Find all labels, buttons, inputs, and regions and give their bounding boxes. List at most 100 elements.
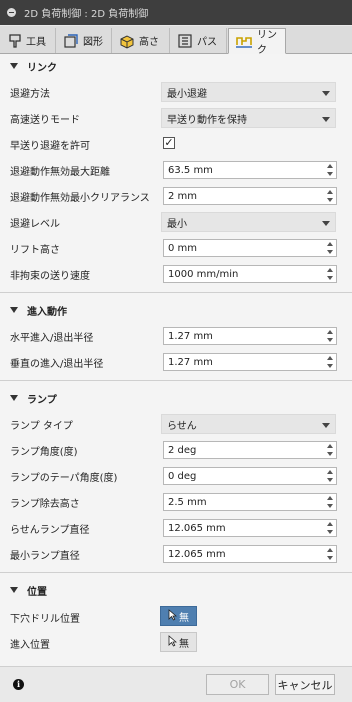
predrill-position-value: 無 [179, 612, 189, 624]
tab-geometry[interactable]: 図形 [57, 28, 112, 53]
helical-diameter-input[interactable]: 12.065 mm [163, 519, 337, 537]
title-bar: 2D 負荷制御 : 2D 負荷制御 [0, 0, 352, 25]
heights-icon [119, 33, 135, 49]
ramp-clearance-label: ランプ除去高さ [10, 499, 80, 510]
collapse-icon[interactable] [7, 8, 16, 17]
collapse-triangle-icon [10, 307, 18, 313]
spinner-icon[interactable] [326, 443, 335, 457]
tab-tool[interactable]: 工具 [2, 28, 56, 53]
tab-heights-label: 高さ [139, 37, 159, 48]
lift-height-input[interactable]: 0 mm [163, 239, 337, 257]
ramp-clearance-value: 2.5 mm [168, 496, 207, 508]
section-positions-header[interactable]: 位置 [0, 579, 352, 601]
stay-down-clearance-input[interactable]: 2 mm [163, 187, 337, 205]
passes-icon [177, 33, 193, 49]
spinner-icon[interactable] [326, 163, 335, 177]
dialog-footer: i OK キャンセル [0, 666, 352, 702]
max-stay-down-input[interactable]: 63.5 mm [163, 161, 337, 179]
retract-policy-row: 退避方法 最小退避 [0, 81, 352, 103]
entry-position-value: 無 [179, 638, 189, 650]
spinner-icon[interactable] [326, 495, 335, 509]
collapse-triangle-icon [10, 587, 18, 593]
stay-down-clearance-row: 退避動作無効最小クリアランス 2 mm [0, 185, 352, 207]
section-leads-header[interactable]: 進入動作 [0, 299, 352, 321]
max-stay-down-label: 退避動作無効最大距離 [10, 167, 110, 178]
section-leads-title: 進入動作 [27, 306, 67, 318]
spinner-icon[interactable] [326, 547, 335, 561]
ok-button[interactable]: OK [206, 674, 269, 695]
tab-passes[interactable]: パス [171, 28, 227, 53]
geometry-icon [63, 33, 79, 49]
ramp-angle-value: 2 deg [168, 444, 197, 456]
min-ramp-diameter-input[interactable]: 12.065 mm [163, 545, 337, 563]
helical-diameter-value: 12.065 mm [168, 522, 226, 534]
ramp-angle-row: ランプ角度(度) 2 deg [0, 439, 352, 461]
min-ramp-diameter-label: 最小ランプ直径 [10, 551, 80, 562]
ramp-clearance-row: ランプ除去高さ 2.5 mm [0, 491, 352, 513]
retract-policy-value: 最小退避 [167, 88, 207, 100]
section-ramp-header[interactable]: ランプ [0, 387, 352, 409]
ramp-type-row: ランプ タイプ らせん [0, 413, 352, 435]
spinner-icon[interactable] [326, 469, 335, 483]
ramp-type-select[interactable]: らせん [161, 414, 336, 434]
ramp-angle-input[interactable]: 2 deg [163, 441, 337, 459]
entry-position-label: 進入位置 [10, 640, 50, 651]
collapse-triangle-icon [10, 395, 18, 401]
section-ramp-title: ランプ [27, 394, 57, 406]
divider [0, 572, 352, 573]
spinner-icon[interactable] [326, 355, 335, 369]
tab-passes-label: パス [197, 37, 217, 48]
spinner-icon[interactable] [326, 189, 335, 203]
allow-rapid-retract-checkbox[interactable]: ✓ [163, 137, 175, 149]
horizontal-radius-row: 水平進入/退出半径 1.27 mm [0, 325, 352, 347]
ramp-taper-angle-input[interactable]: 0 deg [163, 467, 337, 485]
spinner-icon[interactable] [326, 329, 335, 343]
horizontal-radius-input[interactable]: 1.27 mm [163, 327, 337, 345]
horizontal-radius-value: 1.27 mm [168, 330, 213, 342]
high-feed-mode-select[interactable]: 早送り動作を保持 [161, 108, 336, 128]
stay-down-clearance-value: 2 mm [168, 190, 198, 202]
tab-tool-label: 工具 [26, 37, 46, 48]
chevron-down-icon [322, 117, 330, 122]
stay-down-level-value: 最小 [167, 218, 187, 230]
settings-panel: リンク 退避方法 最小退避 高速送りモード 早送り動作を保持 早送り退避を許可 … [0, 54, 352, 666]
entry-position-button[interactable]: 無 [160, 632, 197, 652]
unconstrained-feed-label: 非拘束の送り速度 [10, 271, 90, 282]
high-feed-mode-label: 高速送りモード [10, 115, 80, 126]
section-link-title: リンク [27, 62, 57, 74]
predrill-position-button[interactable]: 無 [160, 606, 197, 626]
spinner-icon[interactable] [326, 241, 335, 255]
tab-heights[interactable]: 高さ [113, 28, 170, 53]
stay-down-level-row: 退避レベル 最小 [0, 211, 352, 233]
unconstrained-feed-value: 1000 mm/min [168, 268, 239, 280]
info-icon[interactable]: i [13, 679, 24, 690]
helical-diameter-row: らせんランプ直径 12.065 mm [0, 517, 352, 539]
ramp-taper-angle-label: ランプのテーパ角度(度) [10, 473, 118, 484]
allow-rapid-retract-row: 早送り退避を許可 ✓ [0, 133, 352, 155]
lift-height-value: 0 mm [168, 242, 198, 254]
linking-icon [235, 33, 253, 49]
vertical-radius-row: 垂直の進入/退出半径 1.27 mm [0, 351, 352, 373]
chevron-down-icon [322, 91, 330, 96]
retract-policy-label: 退避方法 [10, 89, 50, 100]
retract-policy-select[interactable]: 最小退避 [161, 82, 336, 102]
ramp-type-label: ランプ タイプ [10, 421, 73, 432]
entry-position-row: 進入位置 無 [0, 630, 352, 652]
vertical-radius-value: 1.27 mm [168, 356, 213, 368]
ramp-clearance-input[interactable]: 2.5 mm [163, 493, 337, 511]
vertical-radius-input[interactable]: 1.27 mm [163, 353, 337, 371]
max-stay-down-value: 63.5 mm [168, 164, 213, 176]
spinner-icon[interactable] [326, 267, 335, 281]
tab-linking[interactable]: リンク [228, 28, 286, 56]
divider [0, 292, 352, 293]
spinner-icon[interactable] [326, 521, 335, 535]
collapse-triangle-icon [10, 63, 18, 69]
stay-down-level-select[interactable]: 最小 [161, 212, 336, 232]
section-link-header[interactable]: リンク [0, 55, 352, 77]
unconstrained-feed-input[interactable]: 1000 mm/min [163, 265, 337, 283]
lift-height-label: リフト高さ [10, 245, 60, 256]
high-feed-mode-row: 高速送りモード 早送り動作を保持 [0, 107, 352, 129]
tab-bar: 工具 図形 高さ パス リンク [0, 26, 352, 56]
cancel-button[interactable]: キャンセル [275, 674, 335, 695]
allow-rapid-retract-label: 早送り退避を許可 [10, 141, 90, 152]
